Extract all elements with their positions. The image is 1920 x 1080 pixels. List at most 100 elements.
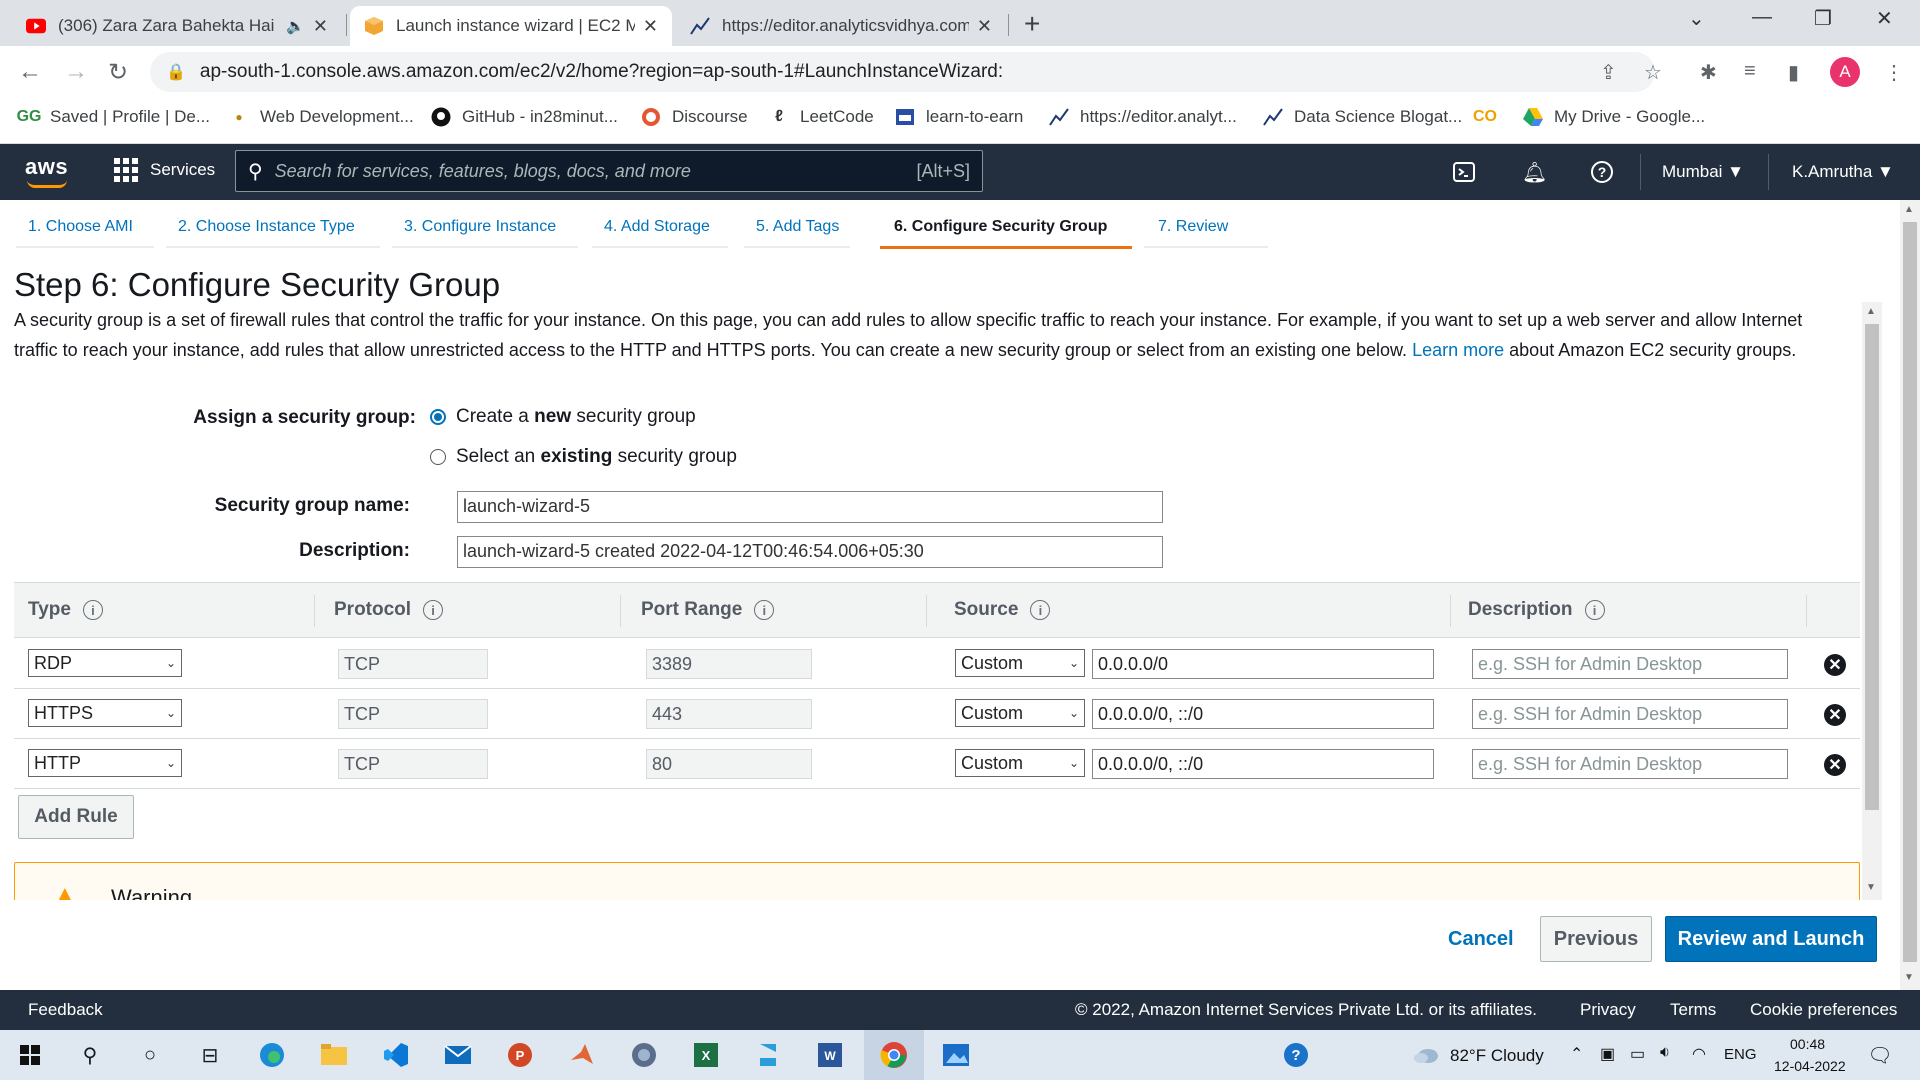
app-s-icon[interactable]: [752, 1039, 784, 1071]
source-mode-select[interactable]: Custom ⌄: [955, 699, 1085, 727]
omnibox[interactable]: 🔒 ap-south-1.console.aws.amazon.com/ec2/…: [150, 52, 1655, 92]
add-rule-button[interactable]: Add Rule: [18, 795, 134, 839]
source-cidr-input[interactable]: 0.0.0.0/0, ::/0: [1092, 749, 1434, 779]
profile-avatar[interactable]: A: [1830, 57, 1860, 87]
powerpoint-icon[interactable]: P: [504, 1039, 536, 1071]
type-select[interactable]: HTTP ⌄: [28, 749, 182, 777]
delete-rule-icon[interactable]: ✕: [1824, 654, 1846, 676]
window-close-icon[interactable]: ✕: [1876, 6, 1893, 31]
learn-more-link[interactable]: Learn more: [1412, 340, 1504, 360]
mail-icon[interactable]: [442, 1039, 474, 1071]
share-icon[interactable]: ⇪: [1600, 60, 1617, 85]
search-icon[interactable]: ⚲: [74, 1039, 106, 1071]
wifi-icon[interactable]: ◠: [1692, 1044, 1706, 1064]
network-tray-icon[interactable]: ▣: [1600, 1044, 1615, 1064]
scrollbar-thumb[interactable]: [1903, 222, 1917, 962]
side-panel-icon[interactable]: ▮: [1788, 60, 1799, 85]
restore-icon[interactable]: ❐: [1814, 6, 1832, 31]
windows-start-icon[interactable]: [14, 1039, 46, 1071]
page-scrollbar[interactable]: ▲ ▼: [1900, 200, 1920, 990]
cortana-icon[interactable]: ○: [134, 1039, 166, 1071]
edge-icon[interactable]: [256, 1039, 288, 1071]
weather-text[interactable]: 82°F Cloudy: [1450, 1046, 1544, 1066]
source-mode-select[interactable]: Custom ⌄: [955, 649, 1085, 677]
minimize-icon[interactable]: —: [1752, 6, 1772, 29]
volume-icon[interactable]: 🔉︎: [1660, 1044, 1670, 1062]
rule-description-input[interactable]: e.g. SSH for Admin Desktop: [1472, 749, 1788, 779]
scroll-up-icon[interactable]: ▲: [1904, 204, 1914, 215]
help-assistant-icon[interactable]: ?: [1280, 1039, 1312, 1071]
tab-youtube[interactable]: (306) Zara Zara Bahekta Hai | 🔈 ✕: [12, 6, 342, 46]
bookmark-item[interactable]: https://editor.analyt...: [1048, 106, 1237, 128]
bookmark-item[interactable]: Data Science Blogat...: [1262, 106, 1462, 128]
bell-icon[interactable]: 🔔︎: [1522, 160, 1547, 185]
radio-create-new-sg[interactable]: Create a new security group: [430, 406, 696, 428]
bookmark-item[interactable]: CO: [1473, 106, 1506, 128]
vscode-icon[interactable]: [380, 1039, 412, 1071]
tab-ec2-wizard[interactable]: Launch instance wizard | EC2 Ma ✕: [350, 6, 672, 46]
close-tab-icon[interactable]: ✕: [643, 16, 658, 37]
cloudshell-icon[interactable]: [1452, 160, 1476, 190]
close-tab-icon[interactable]: ✕: [313, 16, 328, 37]
privacy-link[interactable]: Privacy: [1580, 1000, 1636, 1020]
tray-overflow-icon[interactable]: ⌃: [1570, 1044, 1583, 1064]
sg-name-input[interactable]: launch-wizard-5: [457, 491, 1163, 523]
weather-cloud-icon[interactable]: [1410, 1039, 1442, 1071]
task-view-icon[interactable]: ⊟: [194, 1039, 226, 1071]
new-tab-button[interactable]: +: [1024, 8, 1040, 40]
notifications-icon[interactable]: 🗨︎: [1864, 1039, 1896, 1071]
bookmark-item[interactable]: learn-to-earn: [894, 106, 1023, 128]
bookmark-item[interactable]: My Drive - Google...: [1522, 106, 1705, 128]
file-explorer-icon[interactable]: [318, 1039, 350, 1071]
type-select[interactable]: HTTPS ⌄: [28, 699, 182, 727]
review-and-launch-button[interactable]: Review and Launch: [1665, 916, 1877, 962]
back-icon[interactable]: ←: [18, 58, 42, 86]
battery-icon[interactable]: ▭: [1630, 1044, 1645, 1064]
clock-date[interactable]: 12-04-2022: [1774, 1058, 1846, 1074]
rule-description-input[interactable]: e.g. SSH for Admin Desktop: [1472, 699, 1788, 729]
reload-icon[interactable]: ↻: [108, 58, 128, 87]
aws-search-input[interactable]: ⚲ Search for services, features, blogs, …: [235, 150, 983, 192]
clock-time[interactable]: 00:48: [1790, 1036, 1825, 1052]
scrollbar-thumb[interactable]: [1865, 324, 1879, 810]
forward-icon[interactable]: →: [64, 58, 88, 86]
info-icon[interactable]: i: [423, 600, 444, 620]
cancel-button[interactable]: Cancel: [1448, 928, 1514, 951]
account-menu[interactable]: K.Amrutha ▼: [1792, 162, 1894, 182]
info-icon[interactable]: i: [1584, 600, 1605, 620]
scroll-up-icon[interactable]: ▲: [1866, 306, 1876, 317]
scroll-down-icon[interactable]: ▼: [1866, 882, 1876, 893]
cookie-preferences-link[interactable]: Cookie preferences: [1750, 1000, 1897, 1020]
source-cidr-input[interactable]: 0.0.0.0/0, ::/0: [1092, 699, 1434, 729]
sg-description-input[interactable]: launch-wizard-5 created 2022-04-12T00:46…: [457, 536, 1163, 568]
url-text[interactable]: ap-south-1.console.aws.amazon.com/ec2/v2…: [200, 61, 1003, 83]
radio-select-existing-sg[interactable]: Select an existing security group: [430, 446, 737, 468]
aws-logo[interactable]: aws: [25, 154, 68, 188]
radio-button-selected[interactable]: [430, 409, 446, 425]
region-selector[interactable]: Mumbai ▼: [1662, 162, 1744, 182]
tab-analytics-editor[interactable]: https://editor.analyticsvidhya.com ✕: [676, 6, 1006, 46]
chrome-icon[interactable]: [878, 1039, 910, 1071]
source-cidr-input[interactable]: 0.0.0.0/0: [1092, 649, 1434, 679]
services-menu[interactable]: Services: [114, 158, 215, 182]
terms-link[interactable]: Terms: [1670, 1000, 1716, 1020]
bookmark-item[interactable]: ℓ LeetCode: [768, 106, 874, 128]
language-indicator[interactable]: ENG: [1724, 1046, 1757, 1063]
bookmark-item[interactable]: Discourse: [640, 106, 748, 128]
bookmark-item[interactable]: ● Web Development...: [228, 106, 413, 128]
info-icon[interactable]: i: [754, 600, 775, 620]
photos-icon[interactable]: [940, 1039, 972, 1071]
lock-icon[interactable]: 🔒: [166, 62, 186, 82]
word-icon[interactable]: W: [814, 1039, 846, 1071]
bookmark-item[interactable]: GG Saved | Profile | De...: [17, 106, 210, 128]
help-icon[interactable]: ?: [1590, 160, 1614, 190]
previous-button[interactable]: Previous: [1540, 916, 1652, 962]
info-icon[interactable]: i: [82, 600, 103, 620]
close-tab-icon[interactable]: ✕: [977, 16, 992, 37]
delete-rule-icon[interactable]: ✕: [1824, 704, 1846, 726]
bookmark-star-icon[interactable]: ☆: [1644, 60, 1662, 85]
type-select[interactable]: RDP ⌄: [28, 649, 182, 677]
scroll-down-icon[interactable]: ▼: [1904, 972, 1914, 983]
radio-button[interactable]: [430, 449, 446, 465]
excel-icon[interactable]: X: [690, 1039, 722, 1071]
